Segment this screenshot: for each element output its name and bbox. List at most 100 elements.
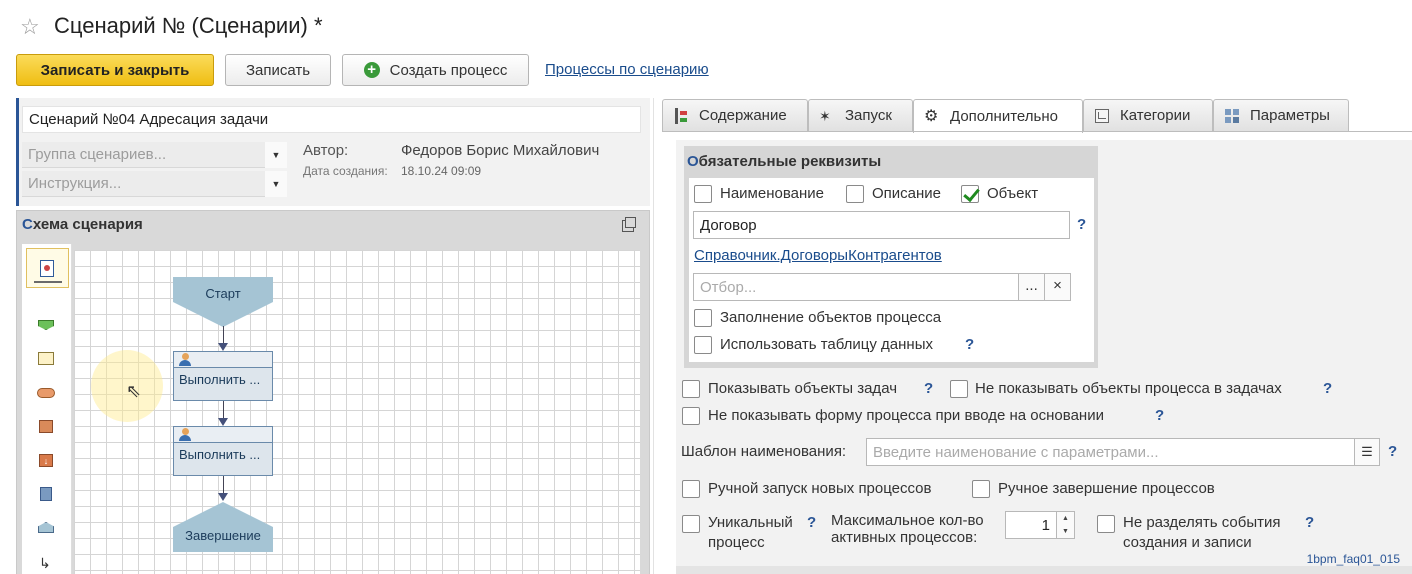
tab-additional[interactable]: ⚙ Дополнительно (913, 99, 1083, 133)
name-checkbox[interactable] (694, 185, 712, 203)
tab-categories[interactable]: Категории (1083, 99, 1213, 131)
no-split-events-label-line1: Не разделять события (1123, 514, 1281, 531)
filter-clear-button[interactable]: × (1044, 273, 1071, 301)
tab-content[interactable]: Содержание (662, 99, 808, 131)
object-help-icon[interactable]: ? (1077, 216, 1086, 233)
use-table-label: Использовать таблицу данных (720, 336, 933, 353)
tab-launch-label: Запуск (845, 107, 892, 124)
catalog-link[interactable]: Справочник.ДоговорыКонтрагентов (694, 247, 942, 264)
author-value: Федоров Борис Михайлович (401, 142, 600, 159)
input-shape-icon[interactable]: ↓ (39, 454, 53, 467)
plus-icon: + (363, 62, 380, 78)
tab-additional-label: Дополнительно (950, 108, 1058, 125)
description-checkbox-label: Описание (872, 185, 942, 202)
connector-line (223, 476, 224, 494)
tab-content-label: Содержание (699, 107, 787, 124)
tab-categories-label: Категории (1120, 107, 1191, 124)
unique-process-label-line2: процесс (708, 534, 765, 551)
tab-launch[interactable]: ✶ Запуск (808, 99, 913, 131)
processes-by-scenario-link[interactable]: Процессы по сценарию (545, 61, 709, 78)
manual-start-checkbox[interactable] (682, 480, 700, 498)
manual-finish-label: Ручное завершение процессов (998, 480, 1215, 497)
task-node-1[interactable]: Выполнить ... (173, 351, 273, 401)
no-split-events-checkbox[interactable] (1097, 515, 1115, 533)
fill-objects-label: Заполнение объектов процесса (720, 309, 942, 326)
use-table-checkbox[interactable] (694, 336, 712, 354)
hide-form-checkbox[interactable] (682, 407, 700, 425)
max-active-stepper[interactable]: ▲ ▼ (1057, 511, 1075, 539)
tab-parameters-label: Параметры (1250, 107, 1330, 124)
group-dropdown-icon[interactable]: ▼ (265, 142, 287, 168)
hide-process-objects-help-icon[interactable]: ? (1323, 380, 1332, 397)
fill-objects-checkbox[interactable] (694, 309, 712, 327)
decision-shape-icon[interactable] (37, 388, 55, 398)
name-template-label: Шаблон наименования: (681, 443, 847, 460)
end-node-label: Завершение (185, 528, 261, 543)
filter-input[interactable]: Отбор... (693, 273, 1019, 301)
connector-line (223, 401, 224, 419)
window-title: Сценарий № (Сценарии) * (54, 13, 323, 38)
name-template-help-icon[interactable]: ? (1388, 443, 1397, 460)
object-checkbox-label: Объект (987, 185, 1039, 202)
select-tool-icon[interactable] (26, 248, 69, 288)
template-editor-icon[interactable]: ☰ (1354, 438, 1380, 466)
wand-icon: ✶ (819, 107, 831, 124)
task-node-2-label: Выполнить ... (179, 447, 261, 462)
process-shape-icon[interactable] (40, 487, 52, 501)
max-active-label-line2: активных процессов: (831, 529, 978, 546)
task-node-2[interactable]: Выполнить ... (173, 426, 273, 476)
name-checkbox-label: Наименование (720, 185, 824, 202)
connector-arrowhead (218, 493, 228, 501)
mouse-pointer-icon: ⇖ (126, 381, 142, 401)
content-icon (673, 107, 689, 124)
save-and-close-button[interactable]: Записать и закрыть (16, 54, 214, 86)
create-process-button[interactable]: + Создать процесс (342, 54, 529, 86)
instruction-combo[interactable]: Инструкция... (22, 171, 268, 197)
schema-canvas[interactable] (74, 250, 640, 574)
no-split-events-help-icon[interactable]: ? (1305, 514, 1314, 531)
connector-arrowhead (218, 418, 228, 426)
object-type-input[interactable]: Договор (693, 211, 1070, 239)
restore-window-icon[interactable] (622, 217, 636, 232)
use-table-help-icon[interactable]: ? (965, 336, 974, 353)
task-shape-icon[interactable] (38, 352, 54, 365)
subprocess-shape-icon[interactable] (39, 420, 53, 433)
create-process-label: Создать процесс (389, 61, 508, 79)
object-checkbox[interactable] (961, 185, 979, 203)
manual-start-label: Ручной запуск новых процессов (708, 480, 932, 497)
connector-line (223, 326, 224, 344)
scenario-name-input[interactable]: Сценарий №04 Адресация задачи (22, 106, 641, 133)
tab-parameters[interactable]: Параметры (1213, 99, 1349, 131)
user-icon (179, 353, 191, 366)
stepper-down-icon[interactable]: ▼ (1057, 525, 1074, 538)
required-group-body (689, 178, 1094, 362)
stepper-up-icon[interactable]: ▲ (1057, 512, 1074, 525)
max-active-label-line1: Максимальное кол-во (831, 512, 984, 529)
max-active-input[interactable]: 1 (1005, 511, 1057, 539)
author-label: Автор: (303, 142, 349, 159)
star-icon[interactable]: ☆ (20, 14, 40, 40)
connector-arrowhead (218, 343, 228, 351)
save-button[interactable]: Записать (225, 54, 331, 86)
unique-process-help-icon[interactable]: ? (807, 514, 816, 531)
unique-process-checkbox[interactable] (682, 515, 700, 533)
manual-finish-checkbox[interactable] (972, 480, 990, 498)
unique-process-label-line1: Уникальный (708, 514, 793, 531)
filter-select-button[interactable]: ... (1018, 273, 1045, 301)
parameters-icon (1224, 108, 1240, 124)
show-task-objects-help-icon[interactable]: ? (924, 380, 933, 397)
no-split-events-label-line2: создания и записи (1123, 534, 1252, 551)
bottom-strip (676, 566, 1412, 574)
hide-form-help-icon[interactable]: ? (1155, 407, 1164, 424)
connector-icon[interactable]: ↳ (39, 555, 51, 572)
description-checkbox[interactable] (846, 185, 864, 203)
show-task-objects-checkbox[interactable] (682, 380, 700, 398)
name-template-input[interactable]: Введите наименование с параметрами... (866, 438, 1356, 466)
splitter[interactable] (653, 98, 654, 574)
group-combo[interactable]: Группа сценариев... (22, 142, 268, 168)
show-task-objects-label: Показывать объекты задач (708, 380, 898, 397)
date-label: Дата создания: (303, 164, 388, 178)
gear-icon: ⚙ (924, 107, 939, 125)
instruction-dropdown-icon[interactable]: ▼ (265, 171, 287, 197)
hide-process-objects-checkbox[interactable] (950, 380, 968, 398)
